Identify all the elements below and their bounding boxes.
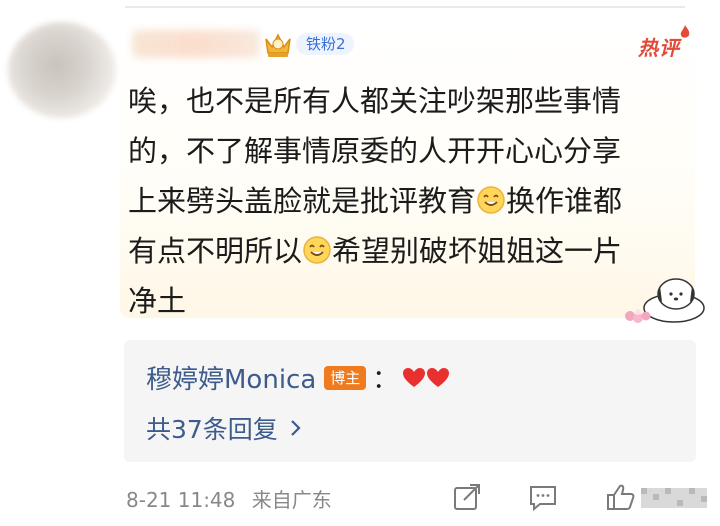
- hot-label: 热评: [638, 36, 680, 60]
- chevron-right-icon: [291, 420, 301, 436]
- comment-line: 净土: [128, 284, 187, 318]
- fan-badge[interactable]: 铁粉2: [262, 30, 354, 58]
- smile-face-emoji-icon: [303, 236, 331, 264]
- view-replies-link[interactable]: 共37条回复: [146, 410, 302, 446]
- smile-face-emoji-icon: [477, 186, 505, 214]
- top-divider: [125, 6, 685, 8]
- replies-count-label: 共37条回复: [146, 415, 278, 444]
- like-icon[interactable]: [605, 482, 710, 512]
- comment-meta: 8-21 11:48 来自广东: [126, 484, 332, 513]
- comment-text: 唉，也不是所有人都关注吵架那些事情 的，不了解事情原委的人开开心心分享 上来劈头…: [128, 76, 688, 326]
- comment-line: 唉，也不是所有人都关注吵架那些事情: [128, 84, 622, 118]
- heart-icon: [427, 367, 450, 387]
- comment-line: 上来劈头盖脸就是批评教育 换作谁都: [128, 184, 623, 218]
- comment-line: 有点不明所以 希望别破坏姐姐这一片: [128, 234, 623, 268]
- comment-icon[interactable]: [528, 482, 558, 512]
- host-tag-badge: 博主: [324, 365, 367, 390]
- hearts-emoji: [402, 367, 450, 389]
- flame-icon: [680, 25, 690, 38]
- reply-author-link[interactable]: 穆婷婷Monica: [146, 359, 316, 396]
- avatar[interactable]: [8, 22, 116, 118]
- pochacco-sticker-icon: [625, 278, 705, 323]
- username-redacted[interactable]: [132, 30, 260, 58]
- comment-line: 的，不了解事情原委的人开开心心分享: [128, 134, 622, 168]
- heart-icon: [403, 367, 426, 387]
- comment-date: 8-21 11:48: [126, 488, 236, 512]
- comment-location: 来自广东: [251, 488, 332, 512]
- like-count-redacted: [641, 488, 707, 508]
- host-reply[interactable]: 穆婷婷Monica 博主 ：: [146, 359, 450, 396]
- fan-level-label: 铁粉2: [296, 33, 354, 55]
- hot-comment-badge: 热评: [638, 25, 690, 61]
- crown-icon: [262, 29, 302, 59]
- share-icon[interactable]: [452, 482, 482, 512]
- reply-colon: ：: [372, 365, 399, 395]
